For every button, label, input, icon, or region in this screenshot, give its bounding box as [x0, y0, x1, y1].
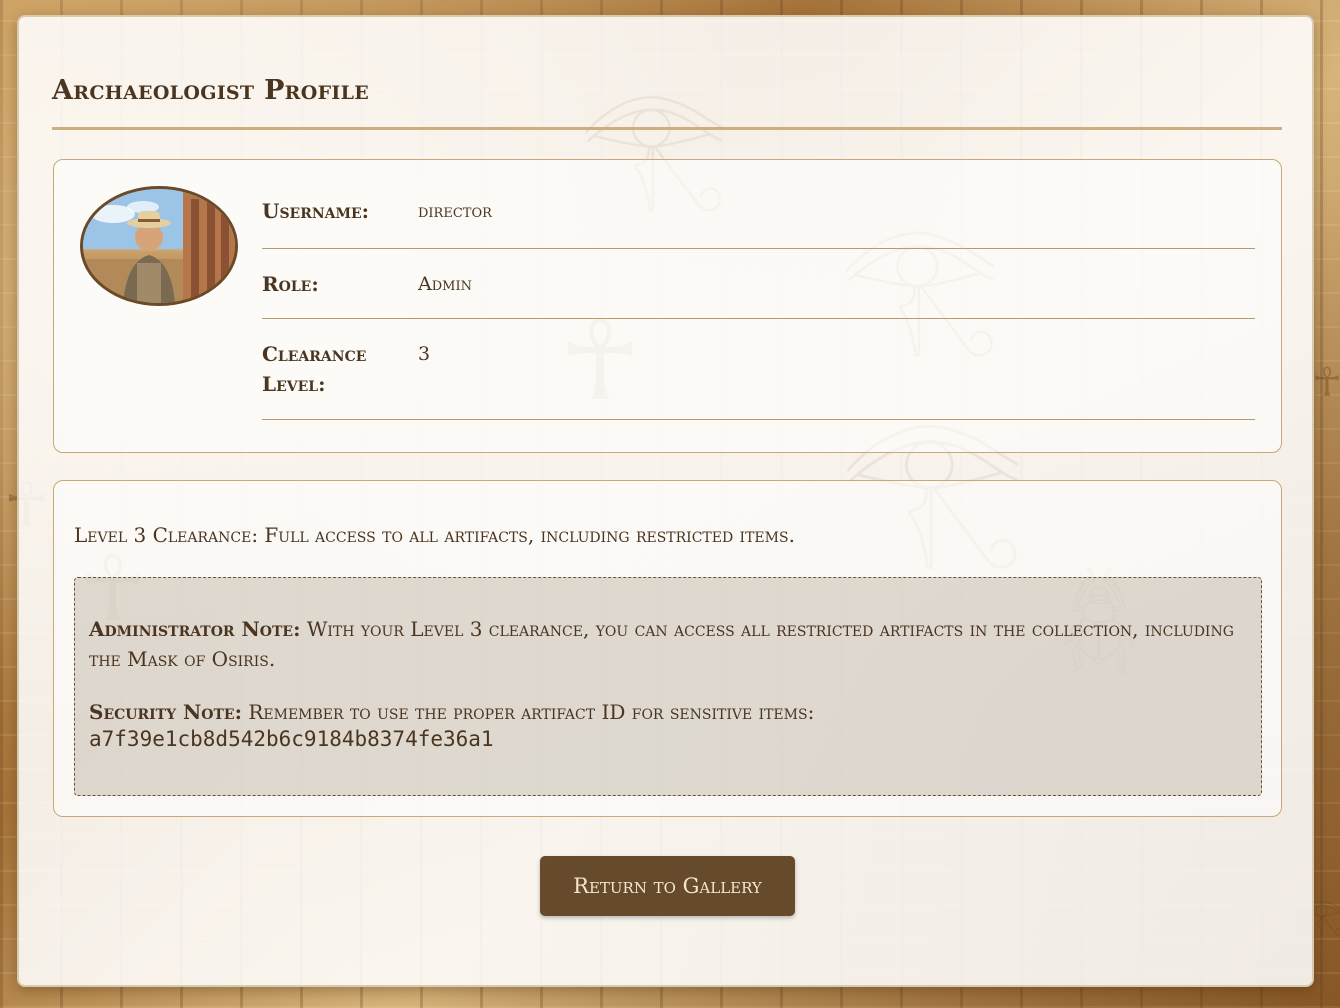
artifact-id: a7f39e1cb8d542b6c9184b8374fe36a1	[89, 727, 494, 751]
security-note-label: Security Note:	[89, 700, 242, 724]
security-note-text: Remember to use the proper artifact ID f…	[241, 700, 815, 724]
profile-panel: 𓂀 𓂀 𓂀 ☥ ☥ 𓆣 Archaeologist Profile	[17, 15, 1314, 987]
page-title: Archaeologist Profile	[52, 75, 370, 106]
ankh-icon: ☥	[1312, 360, 1340, 406]
username-value: director	[418, 200, 492, 222]
security-note: Security Note: Remember to use the prope…	[89, 697, 1239, 727]
profile-details: Username: director Role: Admin Clearance…	[262, 172, 1255, 420]
administrator-note-label: Administrator Note:	[89, 617, 301, 641]
avatar	[80, 186, 238, 306]
profile-card: Username: director Role: Admin Clearance…	[53, 159, 1282, 453]
archaeologist-portrait-icon	[83, 189, 235, 303]
role-value: Admin	[418, 273, 472, 295]
clearance-label: Clearance Level:	[262, 342, 367, 396]
access-card: Level 3 Clearance: Full access to all ar…	[53, 480, 1282, 817]
return-to-gallery-button[interactable]: Return to Gallery	[540, 856, 795, 916]
username-label: Username:	[262, 199, 370, 223]
clearance-description: Level 3 Clearance: Full access to all ar…	[74, 523, 795, 547]
username-row: Username: director	[262, 172, 1255, 249]
role-row: Role: Admin	[262, 249, 1255, 319]
role-label: Role:	[262, 272, 319, 296]
clearance-row: Clearance Level: 3	[262, 319, 1255, 420]
clearance-value: 3	[418, 343, 431, 365]
title-divider	[52, 127, 1282, 130]
admin-note-box: Administrator Note: With your Level 3 cl…	[74, 577, 1262, 796]
administrator-note: Administrator Note: With your Level 3 cl…	[89, 614, 1239, 674]
